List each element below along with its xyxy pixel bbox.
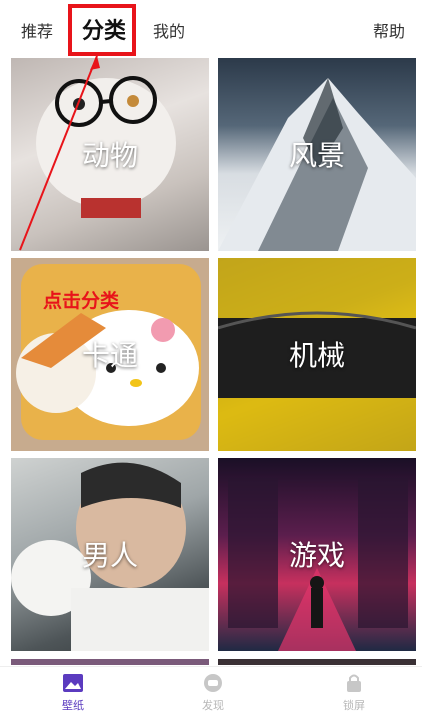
category-tile-scenery[interactable]: 风景 xyxy=(218,58,416,251)
nav-discover[interactable]: 发现 xyxy=(183,673,243,713)
category-tile-game[interactable]: 游戏 xyxy=(218,458,416,651)
category-label: 风景 xyxy=(288,139,345,172)
category-label: 游戏 xyxy=(288,539,345,572)
category-label: 男人 xyxy=(81,539,138,572)
category-tile-animal[interactable]: 动物 xyxy=(11,58,209,251)
category-tile-man[interactable]: 男人 xyxy=(11,458,209,651)
category-label: 动物 xyxy=(81,139,138,172)
wallpaper-icon xyxy=(63,674,83,692)
help-link[interactable]: 帮助 xyxy=(373,18,405,42)
nav-label: 壁纸 xyxy=(62,699,84,712)
category-label: 机械 xyxy=(288,339,345,372)
annotation-text: 点击分类 xyxy=(43,290,120,312)
discover-icon xyxy=(204,674,222,692)
category-tile-machinery[interactable]: 机械 xyxy=(218,258,416,451)
category-label: 卡通 xyxy=(81,339,138,372)
nav-label: 锁屏 xyxy=(343,699,365,712)
top-tab-bar: 推荐 分类 我的 帮助 xyxy=(0,0,422,58)
next-row-tile[interactable] xyxy=(11,659,209,665)
nav-wallpaper[interactable]: 壁纸 xyxy=(43,673,103,713)
tab-recommend[interactable]: 推荐 xyxy=(21,18,53,42)
bottom-nav: 壁纸 发现 锁屏 xyxy=(0,666,422,721)
nav-label: 发现 xyxy=(202,699,224,712)
nav-lockscreen[interactable]: 锁屏 xyxy=(324,673,384,713)
lock-icon xyxy=(347,674,361,692)
tab-mine[interactable]: 我的 xyxy=(153,18,185,42)
next-row-tile[interactable] xyxy=(218,659,416,665)
highlight-box xyxy=(68,4,136,56)
